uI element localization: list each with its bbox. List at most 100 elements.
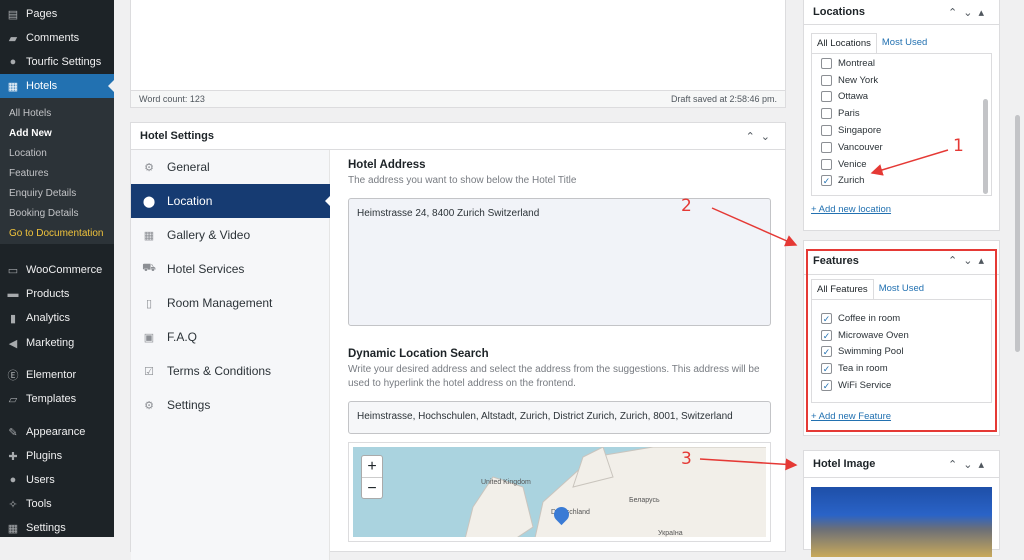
sidebar-item-tourfic-settings[interactable]: ● Tourfic Settings bbox=[0, 50, 114, 74]
dynamic-location-label: Dynamic Location Search bbox=[348, 348, 489, 360]
sidebar-item-plugins[interactable]: ✚ Plugins bbox=[0, 444, 114, 468]
sidebar-item-hotels[interactable]: ▦ Hotels bbox=[0, 74, 114, 98]
hotel-address-input[interactable]: Heimstrasse 24, 8400 Zurich Switzerland bbox=[348, 198, 771, 326]
submenu-item[interactable]: Go to Documentation bbox=[9, 228, 104, 239]
checkbox-item[interactable]: ✓ Microwave Oven bbox=[821, 327, 982, 344]
checkbox-item[interactable]: Venice bbox=[821, 156, 982, 173]
sidebar-item-woocommerce[interactable]: ▭ WooCommerce bbox=[0, 258, 114, 282]
map-zoom-in-button[interactable]: + bbox=[362, 456, 382, 478]
checkbox-item[interactable]: Montreal bbox=[821, 55, 982, 72]
word-count: Word count: 123 bbox=[139, 94, 205, 104]
checkbox[interactable] bbox=[821, 108, 832, 120]
checkbox[interactable]: ✓ bbox=[821, 380, 832, 392]
checkbox-label: Venice bbox=[838, 158, 867, 170]
checkbox-item[interactable]: Ottawa bbox=[821, 89, 982, 106]
submenu-item[interactable]: Features bbox=[9, 168, 48, 179]
tab-all-locations[interactable]: All Locations bbox=[811, 33, 877, 53]
dynamic-location-desc: Write your desired address and select th… bbox=[348, 364, 760, 389]
settings-tab-label: General bbox=[167, 160, 210, 174]
settings-tab-terms-conditions[interactable]: ☑ Terms & Conditions bbox=[131, 354, 330, 388]
settings-tab-general[interactable]: ⚙ General bbox=[131, 150, 330, 184]
checkbox-label: Singapore bbox=[838, 125, 882, 137]
add-new-location-link[interactable]: + Add new location bbox=[811, 204, 992, 215]
map-label: Беларусь bbox=[629, 497, 660, 504]
sidebar-item-label: WooCommerce bbox=[26, 264, 103, 276]
box-controls[interactable]: ⌃⌄▴ bbox=[948, 458, 990, 471]
checkbox-item[interactable]: ✓ Tea in room bbox=[821, 360, 982, 377]
settings-tab-gallery-video[interactable]: ▦ Gallery & Video bbox=[131, 218, 330, 252]
scrollbar[interactable] bbox=[983, 99, 988, 194]
checkbox[interactable] bbox=[821, 125, 832, 137]
plugins-icon: ✚ bbox=[8, 450, 18, 463]
page-scrollbar[interactable] bbox=[1015, 115, 1020, 352]
sidebar-item-users[interactable]: ● Users bbox=[0, 468, 114, 492]
appearance-icon: ✎ bbox=[8, 426, 18, 439]
draft-saved: Draft saved at 2:58:46 pm. bbox=[670, 94, 777, 104]
checkbox[interactable]: ✓ bbox=[821, 175, 832, 187]
submenu-item[interactable]: All Hotels bbox=[9, 108, 51, 119]
sidebar-item-tools[interactable]: ✧ Tools bbox=[0, 492, 114, 516]
pages-icon: ▤ bbox=[7, 8, 19, 21]
checkbox-item[interactable]: New York bbox=[821, 72, 982, 89]
checkbox-label: Coffee in room bbox=[838, 312, 901, 324]
submenu-item[interactable]: Booking Details bbox=[9, 208, 78, 219]
sidebar-item-analytics[interactable]: ▮ Analytics bbox=[0, 306, 114, 330]
checkbox-label: WiFi Service bbox=[838, 380, 892, 392]
sidebar-item-label: Pages bbox=[26, 8, 58, 20]
elementor-icon: Ⓔ bbox=[7, 370, 19, 382]
checkbox[interactable]: ✓ bbox=[821, 363, 832, 375]
submenu-item[interactable]: Add New bbox=[9, 128, 52, 139]
checkbox[interactable]: ✓ bbox=[821, 329, 832, 341]
hotel-settings-title: Hotel Settings bbox=[140, 130, 214, 142]
sidebar-item-comments[interactable]: ▰ Comments bbox=[0, 26, 114, 50]
sidebar-item-label: Settings bbox=[26, 522, 66, 534]
checkbox-item[interactable]: Paris bbox=[821, 105, 982, 122]
hotel-image[interactable] bbox=[811, 487, 992, 557]
hotels-icon: ▦ bbox=[7, 80, 19, 93]
woo-icon: ▭ bbox=[7, 264, 19, 277]
hotel-image-title: Hotel Image bbox=[813, 458, 876, 470]
users-icon: ● bbox=[9, 474, 17, 486]
submenu-item[interactable]: Enquiry Details bbox=[9, 188, 76, 199]
settings-tab-room-management[interactable]: ▯ Room Management bbox=[131, 286, 330, 320]
checkbox-item[interactable]: ✓ WiFi Service bbox=[821, 377, 982, 394]
settings-tab-f-a-q[interactable]: ▣ F.A.Q bbox=[131, 320, 330, 354]
sidebar-item-products[interactable]: ▬ Products bbox=[0, 282, 114, 306]
checkbox[interactable] bbox=[821, 141, 832, 153]
comments-icon: ▰ bbox=[8, 32, 18, 45]
submenu-item[interactable]: Location bbox=[9, 148, 47, 159]
settings-tab-location[interactable]: ⬤ Location bbox=[131, 184, 331, 218]
checkbox[interactable] bbox=[821, 158, 832, 170]
sidebar-item-templates[interactable]: ▱ Templates bbox=[0, 387, 114, 411]
sidebar-item-pages[interactable]: ▤ Pages bbox=[0, 2, 114, 26]
map-zoom-out-button[interactable]: − bbox=[362, 478, 382, 499]
analytics-icon: ▮ bbox=[9, 312, 17, 325]
tab-most-used[interactable]: Most Used bbox=[877, 33, 932, 53]
checkbox[interactable]: ✓ bbox=[821, 346, 832, 358]
settings-tab-settings[interactable]: ⚙ Settings bbox=[131, 388, 330, 422]
sidebar-item-marketing[interactable]: ◀ Marketing bbox=[0, 331, 114, 355]
checkbox-item[interactable]: ✓ Swimming Pool bbox=[821, 344, 982, 361]
checkbox[interactable]: ✓ bbox=[821, 312, 832, 324]
location-map[interactable]: + − United Kingdom Deutschland Беларусь … bbox=[353, 447, 766, 537]
checkbox-label: Swimming Pool bbox=[838, 346, 904, 358]
settings-tab-hotel-services[interactable]: ⛟ Hotel Services bbox=[131, 252, 330, 286]
locations-title: Locations bbox=[813, 6, 865, 18]
dynamic-location-input[interactable]: Heimstrasse, Hochschulen, Altstadt, Zuri… bbox=[348, 401, 771, 434]
checkbox-item[interactable]: ✓ Coffee in room bbox=[821, 310, 982, 327]
post-editor[interactable]: Word count: 123 Draft saved at 2:58:46 p… bbox=[130, 0, 786, 108]
sidebar-item-settings[interactable]: ▦ Settings bbox=[0, 516, 114, 540]
checkbox[interactable] bbox=[821, 74, 832, 86]
checkbox-item[interactable]: ✓ Zurich bbox=[821, 173, 982, 190]
settings-tab-label: Location bbox=[167, 194, 213, 208]
marketing-icon: ◀ bbox=[8, 337, 18, 350]
checkbox-label: Tea in room bbox=[838, 363, 888, 375]
checkbox[interactable] bbox=[821, 57, 832, 69]
checkbox-label: Microwave Oven bbox=[838, 329, 909, 341]
box-controls[interactable]: ⌃⌄ bbox=[746, 130, 776, 143]
checkbox[interactable] bbox=[821, 91, 832, 103]
sidebar-item-elementor[interactable]: Ⓔ Elementor bbox=[0, 363, 114, 387]
tab-icon: ▦ bbox=[143, 229, 155, 242]
box-controls[interactable]: ⌃⌄▴ bbox=[948, 6, 990, 19]
sidebar-item-appearance[interactable]: ✎ Appearance bbox=[0, 420, 114, 444]
